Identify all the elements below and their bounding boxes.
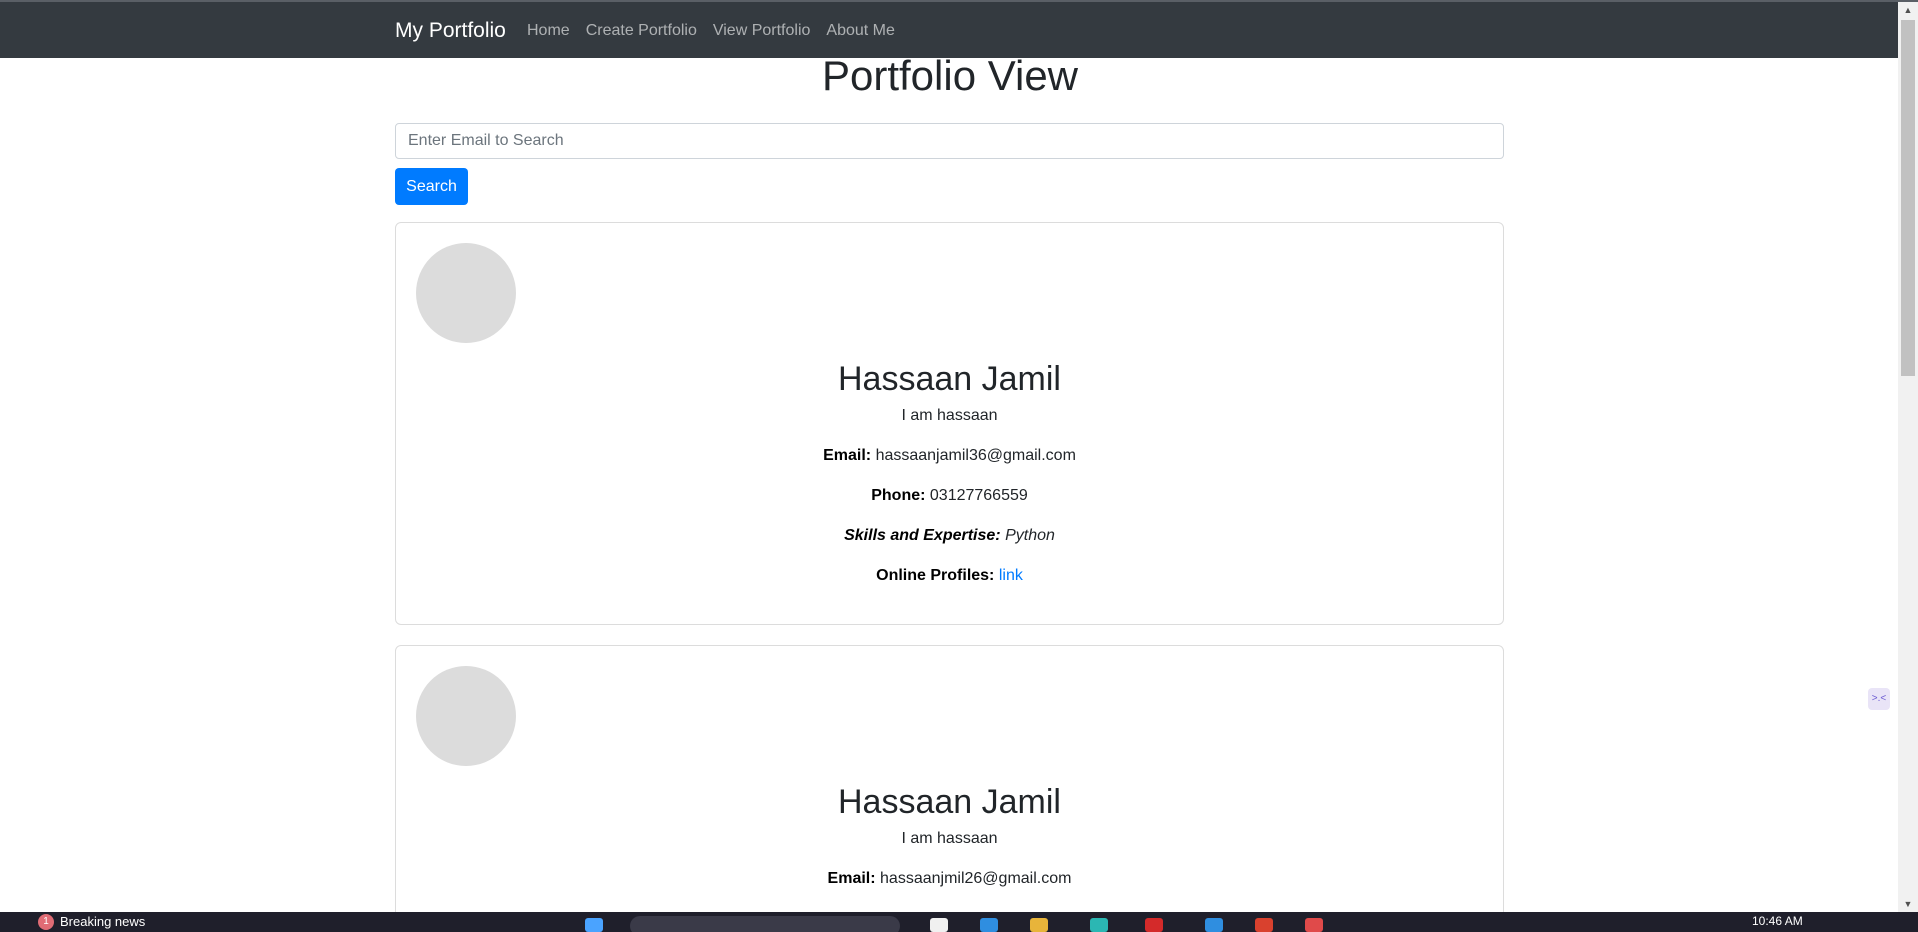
avatar bbox=[416, 243, 516, 343]
email-value: hassaanjamil36@gmail.com bbox=[875, 447, 1076, 464]
portfolio-card-body: Hassaan Jamil I am hassaan Email: hassaa… bbox=[396, 358, 1503, 606]
edge-icon[interactable] bbox=[980, 918, 998, 932]
chrome-icon[interactable] bbox=[1255, 918, 1273, 932]
portfolio-name: Hassaan Jamil bbox=[838, 360, 1061, 398]
news-widget[interactable]: 1 Breaking news bbox=[38, 914, 145, 930]
email-value: hassaanjmil26@gmail.com bbox=[880, 870, 1072, 887]
skills-label: Skills and Expertise: bbox=[844, 527, 1001, 544]
skills-value: Python bbox=[1005, 527, 1055, 544]
app-icon[interactable] bbox=[1205, 918, 1223, 932]
start-icon[interactable] bbox=[585, 918, 603, 932]
phone-value: 03127766559 bbox=[929, 487, 1028, 504]
nav-link-home[interactable]: Home bbox=[527, 22, 570, 40]
folder-icon[interactable] bbox=[1030, 918, 1048, 932]
portfolio-skills: Skills and Expertise: Python bbox=[396, 526, 1503, 546]
scrollbar-thumb[interactable] bbox=[1901, 20, 1915, 376]
avatar bbox=[416, 666, 516, 766]
taskbar: 1 Breaking news 10:46 AM bbox=[0, 912, 1918, 932]
email-label: Email: bbox=[823, 447, 872, 464]
window-top-border bbox=[0, 0, 1918, 2]
portfolio-card-body: Hassaan Jamil I am hassaan Email: hassaa… bbox=[396, 781, 1503, 909]
taskbar-clock[interactable]: 10:46 AM bbox=[1752, 914, 1803, 928]
app-icon[interactable] bbox=[1090, 918, 1108, 932]
portfolio-email: Email: hassaanjamil36@gmail.com bbox=[396, 446, 1503, 466]
portfolio-phone: Phone: 03127766559 bbox=[396, 486, 1503, 506]
email-label: Email: bbox=[827, 870, 876, 887]
portfolio-email: Email: hassaanjmil26@gmail.com bbox=[396, 869, 1503, 889]
portfolio-card: Hassaan Jamil I am hassaan Email: hassaa… bbox=[395, 222, 1504, 625]
nav-link-view-portfolio[interactable]: View Portfolio bbox=[713, 22, 811, 40]
portfolio-bio: I am hassaan bbox=[901, 407, 998, 424]
email-search-input[interactable] bbox=[395, 123, 1504, 159]
portfolio-bio: I am hassaan bbox=[901, 830, 998, 847]
portfolio-online-profiles: Online Profiles: link bbox=[396, 566, 1503, 586]
navbar-links: Home Create Portfolio View Portfolio Abo… bbox=[527, 22, 911, 40]
scroll-down-arrow-icon[interactable]: ▼ bbox=[1898, 896, 1918, 912]
news-text: Breaking news bbox=[60, 914, 146, 929]
nav-link-about-me[interactable]: About Me bbox=[826, 22, 894, 40]
page-title: Portfolio View bbox=[821, 52, 1079, 99]
calendar-icon[interactable] bbox=[1305, 918, 1323, 932]
news-count-badge: 1 bbox=[38, 914, 54, 930]
vertical-scrollbar[interactable]: ▲ ▼ bbox=[1898, 2, 1918, 912]
file-explorer-icon[interactable] bbox=[930, 918, 948, 932]
app-icon[interactable] bbox=[1145, 918, 1163, 932]
extension-widget-icon[interactable]: >.< bbox=[1868, 688, 1890, 710]
profiles-label: Online Profiles: bbox=[876, 567, 995, 584]
navbar-brand[interactable]: My Portfolio bbox=[395, 19, 506, 43]
profiles-link[interactable]: link bbox=[999, 567, 1023, 584]
search-button[interactable]: Search bbox=[395, 168, 468, 205]
nav-link-create-portfolio[interactable]: Create Portfolio bbox=[586, 22, 697, 40]
phone-label: Phone: bbox=[871, 487, 926, 504]
portfolio-card: Hassaan Jamil I am hassaan Email: hassaa… bbox=[395, 645, 1504, 912]
browser-viewport: My Portfolio Home Create Portfolio View … bbox=[0, 0, 1898, 912]
portfolio-name: Hassaan Jamil bbox=[838, 783, 1061, 821]
scroll-up-arrow-icon[interactable]: ▲ bbox=[1898, 2, 1918, 18]
taskbar-search[interactable] bbox=[630, 916, 900, 932]
